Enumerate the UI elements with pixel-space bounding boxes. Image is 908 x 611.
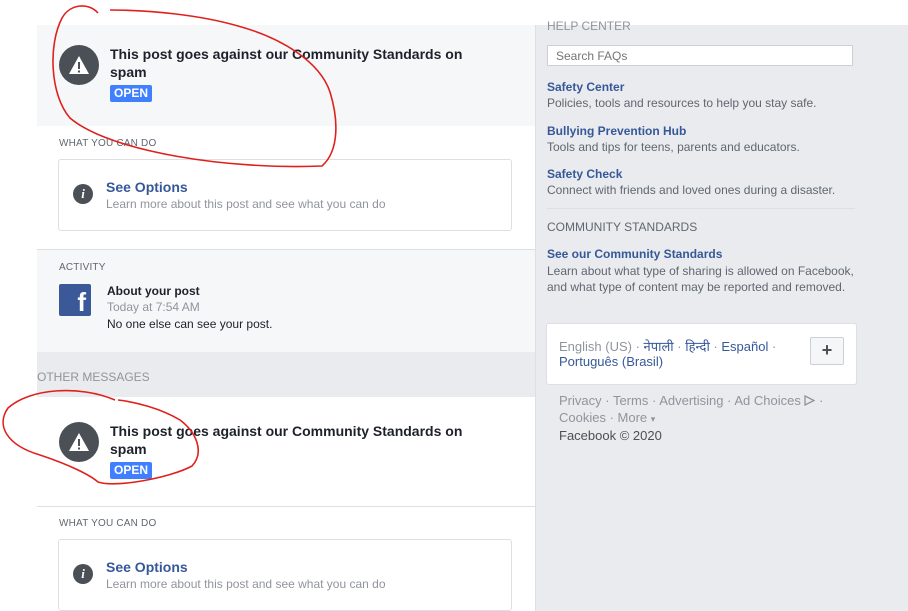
bullying-prevention-desc: Tools and tips for teens, parents and ed… <box>547 140 800 154</box>
other-messages-label: OTHER MESSAGES <box>37 370 150 384</box>
see-options-box[interactable]: i See Options Learn more about this post… <box>58 539 512 611</box>
alert-title: This post goes against our Community Sta… <box>110 46 463 80</box>
footer-copyright: Facebook © 2020 <box>559 428 662 443</box>
open-badge: OPEN <box>110 85 153 102</box>
language-line-1: English (US) · नेपाली · हिन्दी · Español… <box>559 339 777 354</box>
see-options-subtitle: Learn more about this post and see what … <box>106 577 386 591</box>
divider <box>547 208 855 209</box>
footer-links-row-2: Cookies · More ▾ <box>559 410 656 425</box>
section-label: WHAT YOU CAN DO <box>59 138 157 149</box>
help-center-heading: HELP CENTER <box>547 19 631 33</box>
activity-label: ACTIVITY <box>59 262 106 273</box>
what-you-can-do-section-1: WHAT YOU CAN DO i See Options Learn more… <box>37 126 535 249</box>
safety-center-desc: Policies, tools and resources to help yo… <box>547 96 817 110</box>
facebook-logo-icon: f <box>59 284 91 317</box>
right-column <box>535 25 908 611</box>
footer-links-row-1: Privacy · Terms · Advertising · Ad Choic… <box>559 393 824 408</box>
alert-card-2[interactable]: This post goes against our Community Sta… <box>37 397 535 506</box>
footer-cookies-link[interactable]: Cookies <box>559 410 606 425</box>
community-standards-desc: Learn about what type of sharing is allo… <box>547 264 854 294</box>
footer-advertising-link[interactable]: Advertising <box>659 393 723 408</box>
see-options-subtitle: Learn more about this post and see what … <box>106 197 386 211</box>
bullying-prevention-link[interactable]: Bullying Prevention Hub <box>547 124 686 138</box>
safety-check-desc: Connect with friends and loved ones duri… <box>547 183 836 197</box>
section-label: WHAT YOU CAN DO <box>59 518 157 529</box>
safety-check-link[interactable]: Safety Check <box>547 167 622 181</box>
info-icon: i <box>73 184 93 204</box>
see-options-box[interactable]: i See Options Learn more about this post… <box>58 159 512 231</box>
language-nepali-link[interactable]: नेपाली <box>644 339 674 354</box>
activity-section: ACTIVITY f About your post Today at 7:54… <box>37 249 535 352</box>
safety-center-link[interactable]: Safety Center <box>547 80 624 94</box>
alert-card-1[interactable]: This post goes against our Community Sta… <box>37 25 535 126</box>
alert-row: This post goes against our Community Sta… <box>59 422 490 479</box>
community-standards-heading: COMMUNITY STANDARDS <box>547 220 698 234</box>
search-faqs-input[interactable] <box>547 45 853 66</box>
warning-icon <box>59 422 99 462</box>
alert-title: This post goes against our Community Sta… <box>110 423 463 457</box>
footer-ad-choices-link[interactable]: Ad Choices <box>734 393 816 408</box>
activity-text: No one else can see your post. <box>107 317 273 331</box>
community-standards-link[interactable]: See our Community Standards <box>547 247 722 261</box>
language-portuguese-link[interactable]: Português (Brasil) <box>559 354 663 369</box>
info-icon: i <box>73 564 93 584</box>
footer-privacy-link[interactable]: Privacy <box>559 393 602 408</box>
add-language-button[interactable]: + <box>810 337 844 365</box>
left-margin <box>0 25 37 611</box>
footer-more-link[interactable]: More ▾ <box>618 410 656 425</box>
warning-icon <box>59 45 99 85</box>
language-line-2: Português (Brasil) <box>559 354 663 369</box>
top-strip <box>0 0 908 25</box>
alert-row: This post goes against our Community Sta… <box>59 45 490 102</box>
language-spanish-link[interactable]: Español <box>721 339 768 354</box>
activity-title: About your post <box>107 284 200 298</box>
language-selector: English (US) · नेपाली · हिन्दी · Español… <box>546 323 857 385</box>
caret-down-icon: ▾ <box>650 414 656 424</box>
activity-timestamp[interactable]: Today at 7:54 AM <box>107 300 200 314</box>
see-options-link[interactable]: See Options <box>106 179 188 195</box>
open-badge: OPEN <box>110 462 153 479</box>
what-you-can-do-section-2: WHAT YOU CAN DO i See Options Learn more… <box>37 506 535 611</box>
language-hindi-link[interactable]: हिन्दी <box>685 339 710 354</box>
ad-choices-icon <box>804 394 816 407</box>
current-language: English (US) <box>559 339 632 354</box>
footer-terms-link[interactable]: Terms <box>613 393 648 408</box>
see-options-link[interactable]: See Options <box>106 559 188 575</box>
